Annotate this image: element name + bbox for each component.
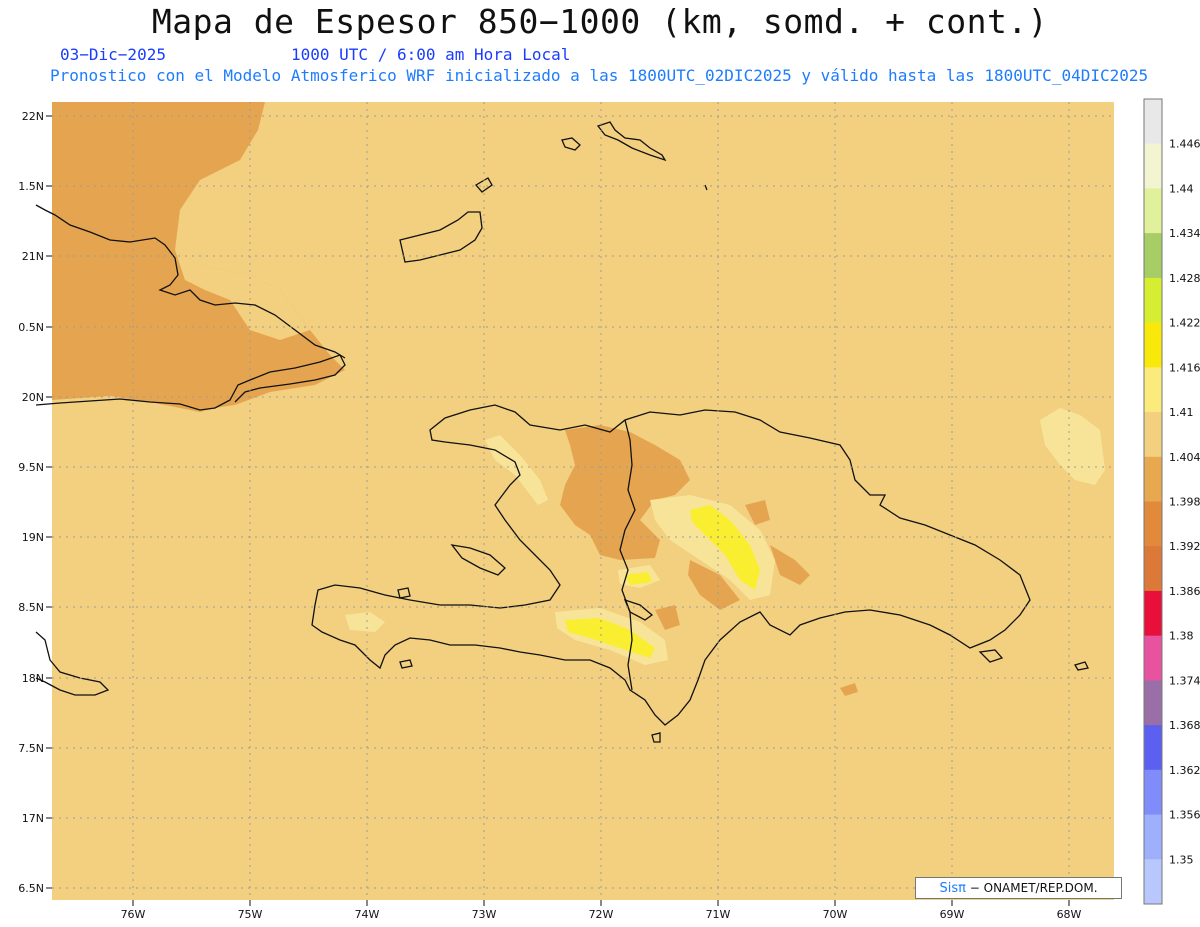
lon-label: 72W <box>589 908 614 921</box>
colorbar-swatch <box>1144 814 1162 860</box>
colorbar-label: 1.422 <box>1169 317 1200 330</box>
lat-label: 7.5N <box>18 742 44 755</box>
lat-label: 21N <box>22 250 44 263</box>
colorbar-swatch <box>1144 456 1162 502</box>
latitude-labels: 22N 1.5N 21N 0.5N 20N 9.5N 19N 8.5N 18N … <box>18 110 44 895</box>
lat-label: 19N <box>22 531 44 544</box>
colorbar-swatch <box>1144 143 1162 189</box>
sispi-logo: Sisπ <box>939 881 966 896</box>
colorbar-label: 1.404 <box>1169 451 1200 464</box>
colorbar-swatch <box>1144 188 1162 234</box>
colorbar-label: 1.398 <box>1169 496 1200 509</box>
lon-label: 71W <box>706 908 731 921</box>
colorbar-label: 1.362 <box>1169 764 1200 777</box>
lat-label: 1.5N <box>18 180 44 193</box>
colorbar-swatch <box>1144 635 1162 681</box>
colorbar-label: 1.44 <box>1169 182 1194 195</box>
colorbar-swatch <box>1144 859 1162 905</box>
colorbar-swatch <box>1144 277 1162 324</box>
lon-label: 68W <box>1057 908 1082 921</box>
thickness-map: 22N 1.5N 21N 0.5N 20N 9.5N 19N 8.5N 18N … <box>18 98 1200 921</box>
colorbar-label: 1.38 <box>1169 630 1194 643</box>
longitude-labels: 76W 75W 74W 73W 72W 71W 70W 69W 68W <box>121 908 1082 921</box>
credit-text: − ONAMET/REP.DOM. <box>969 881 1098 895</box>
lon-label: 76W <box>121 908 146 921</box>
lat-label: 17N <box>22 812 44 825</box>
lat-label: 20N <box>22 391 44 404</box>
colorbar-swatch <box>1144 412 1162 458</box>
lat-label: 0.5N <box>18 321 44 334</box>
colorbar-label: 1.392 <box>1169 540 1200 553</box>
colorbar-label: 1.35 <box>1169 853 1194 866</box>
credit-box: Sisπ − ONAMET/REP.DOM. <box>915 877 1122 899</box>
colorbar-label: 1.434 <box>1169 227 1200 240</box>
colorbar: 1.446 1.44 1.434 1.428 1.422 1.416 1.41 1.404 1.… <box>1143 98 1200 905</box>
colorbar-label: 1.446 <box>1169 138 1200 151</box>
colorbar-label: 1.41 <box>1169 406 1194 419</box>
colorbar-swatch <box>1144 233 1162 279</box>
lon-label: 75W <box>238 908 263 921</box>
colorbar-label: 1.374 <box>1169 674 1200 687</box>
colorbar-swatch <box>1144 680 1162 726</box>
colorbar-swatch <box>1144 769 1162 816</box>
lon-label: 69W <box>940 908 965 921</box>
colorbar-swatch <box>1144 546 1162 592</box>
colorbar-swatch <box>1144 501 1162 547</box>
lat-label: 22N <box>22 110 44 123</box>
colorbar-label: 1.386 <box>1169 585 1200 598</box>
colorbar-swatch <box>1144 725 1162 771</box>
lat-label: 9.5N <box>18 461 44 474</box>
lon-label: 74W <box>355 908 380 921</box>
lon-label: 70W <box>823 908 848 921</box>
colorbar-swatch <box>1144 590 1162 637</box>
lat-label: 8.5N <box>18 601 44 614</box>
colorbar-swatch <box>1144 322 1162 368</box>
colorbar-label: 1.416 <box>1169 361 1200 374</box>
colorbar-swatch <box>1144 99 1162 145</box>
colorbar-swatch <box>1144 367 1162 413</box>
colorbar-label: 1.356 <box>1169 809 1200 822</box>
lat-label: 6.5N <box>18 882 44 895</box>
lon-label: 73W <box>472 908 497 921</box>
colorbar-label: 1.368 <box>1169 719 1200 732</box>
colorbar-label: 1.428 <box>1169 272 1200 285</box>
lat-label: 18N <box>22 672 44 685</box>
